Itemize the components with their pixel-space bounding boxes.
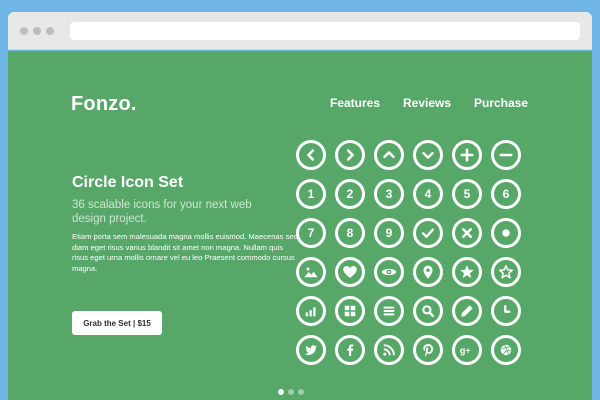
clock-icon[interactable]	[491, 296, 521, 326]
hero-body-text: Etiam porta sem malesuada magna mollis e…	[72, 232, 298, 273]
grab-the-set-button[interactable]: Grab the Set | $15	[72, 311, 162, 335]
twitter-icon[interactable]	[296, 335, 326, 365]
number-3-label: 3	[385, 187, 393, 201]
number-5-label: 5	[463, 187, 471, 201]
nav-reviews-link[interactable]: Reviews	[403, 96, 451, 110]
star-outline-icon[interactable]	[491, 257, 521, 287]
image-icon[interactable]	[296, 257, 326, 287]
chevron-up-icon[interactable]	[374, 140, 404, 170]
number-3-icon[interactable]: 3	[374, 179, 404, 209]
bar-chart-icon[interactable]	[296, 296, 326, 326]
number-6-label: 6	[502, 187, 510, 201]
svg-text:g+: g+	[460, 345, 471, 355]
star-filled-icon[interactable]	[452, 257, 482, 287]
number-6-icon[interactable]: 6	[491, 179, 521, 209]
site-logo[interactable]: Fonzo.	[71, 93, 137, 116]
carousel-dot-1[interactable]	[278, 389, 284, 395]
chevron-down-icon[interactable]	[413, 140, 443, 170]
nav-purchase-link[interactable]: Purchase	[474, 96, 528, 110]
pinterest-icon[interactable]	[413, 335, 443, 365]
browser-toolbar	[8, 12, 592, 50]
address-bar[interactable]	[70, 22, 580, 40]
close-icon[interactable]	[452, 218, 482, 248]
hero-subtitle: 36 scalable icons for your next web desi…	[72, 199, 252, 225]
number-8-icon[interactable]: 8	[335, 218, 365, 248]
icon-grid: 1 2 3 4 5 6 7 8 9 g+	[296, 140, 522, 365]
nav-features-link[interactable]: Features	[330, 96, 380, 110]
chevron-left-icon[interactable]	[296, 140, 326, 170]
number-2-label: 2	[346, 187, 354, 201]
search-icon[interactable]	[413, 296, 443, 326]
number-1-icon[interactable]: 1	[296, 179, 326, 209]
window-close-dot[interactable]	[20, 27, 28, 35]
pencil-icon[interactable]	[452, 296, 482, 326]
menu-icon[interactable]	[374, 296, 404, 326]
window-maximize-dot[interactable]	[46, 27, 54, 35]
grid-icon[interactable]	[335, 296, 365, 326]
google-plus-icon[interactable]: g+	[452, 335, 482, 365]
carousel-dot-3[interactable]	[298, 389, 304, 395]
number-2-icon[interactable]: 2	[335, 179, 365, 209]
number-1-label: 1	[307, 187, 315, 201]
number-4-icon[interactable]: 4	[413, 179, 443, 209]
facebook-icon[interactable]	[335, 335, 365, 365]
minus-icon[interactable]	[491, 140, 521, 170]
dribbble-icon[interactable]	[491, 335, 521, 365]
carousel-dot-2[interactable]	[288, 389, 294, 395]
carousel-pagination	[278, 389, 304, 395]
heart-icon[interactable]	[335, 257, 365, 287]
browser-window: Fonzo. Features Reviews Purchase Circle …	[8, 12, 592, 400]
number-9-icon[interactable]: 9	[374, 218, 404, 248]
number-7-icon[interactable]: 7	[296, 218, 326, 248]
hero-title: Circle Icon Set	[72, 174, 184, 191]
rss-icon[interactable]	[374, 335, 404, 365]
plus-icon[interactable]	[452, 140, 482, 170]
number-7-label: 7	[307, 226, 315, 240]
number-9-label: 9	[385, 226, 393, 240]
number-5-icon[interactable]: 5	[452, 179, 482, 209]
record-dot-icon[interactable]	[491, 218, 521, 248]
chevron-right-icon[interactable]	[335, 140, 365, 170]
number-4-label: 4	[424, 187, 432, 201]
web-page: Fonzo. Features Reviews Purchase Circle …	[8, 51, 592, 400]
map-pin-icon[interactable]	[413, 257, 443, 287]
checkmark-icon[interactable]	[413, 218, 443, 248]
window-minimize-dot[interactable]	[33, 27, 41, 35]
eye-icon[interactable]	[374, 257, 404, 287]
number-8-label: 8	[346, 226, 354, 240]
